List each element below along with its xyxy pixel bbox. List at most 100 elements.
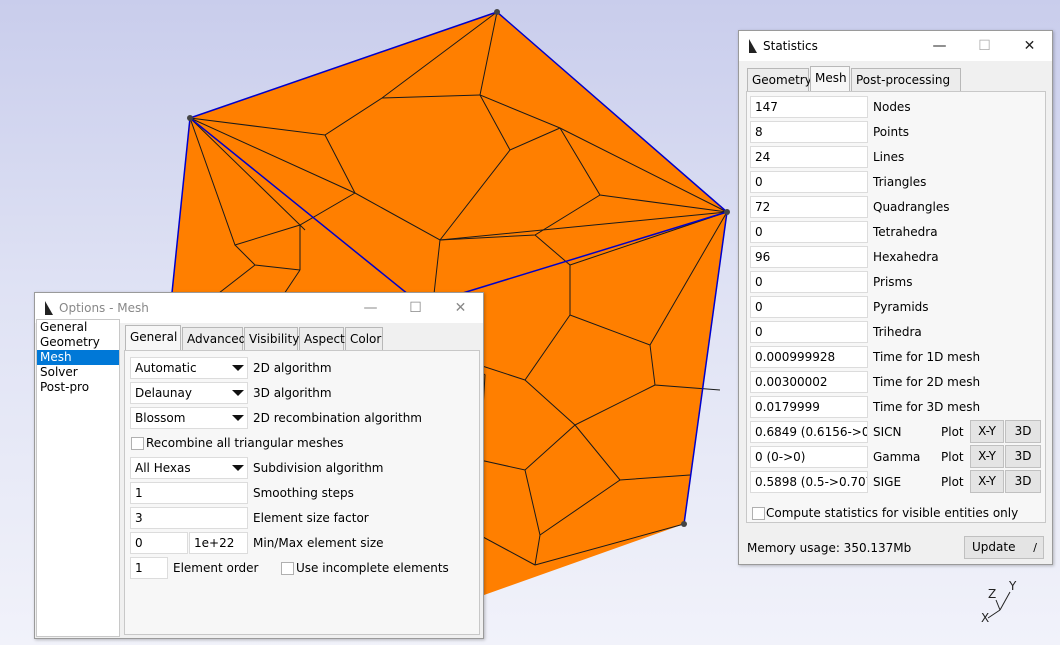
incomplete-label: Use incomplete elements <box>296 561 449 575</box>
plot-label: Plot <box>941 425 964 439</box>
axis-x-label: X <box>981 611 989 625</box>
stat-label: Triangles <box>873 175 927 189</box>
visible-only-checkbox[interactable] <box>752 507 765 520</box>
recombination-2d-label: 2D recombination algorithm <box>253 411 422 425</box>
tab-geometry[interactable]: Geometry <box>747 68 812 92</box>
order-input[interactable]: 1 <box>130 557 168 579</box>
chevron-down-icon <box>227 458 247 478</box>
stat-label: Time for 1D mesh <box>873 350 981 364</box>
close-icon[interactable]: ✕ <box>1007 31 1052 61</box>
plot-label: Plot <box>941 450 964 464</box>
stat-value[interactable]: 72 <box>750 196 868 218</box>
options-window[interactable]: Options - Mesh — ☐ ✕ General Geometry Me… <box>34 292 484 639</box>
stat-label: Trihedra <box>873 325 922 339</box>
algorithm-3d-label: 3D algorithm <box>253 386 332 400</box>
stat-value[interactable]: 0 <box>750 321 868 343</box>
options-tabs: General Advanced Visibility Aspect Color <box>125 325 485 352</box>
stat-label: Nodes <box>873 100 911 114</box>
statistics-tabs: Geometry Mesh Post-processing <box>747 66 1047 93</box>
update-button[interactable]: Update ∕ <box>964 536 1044 559</box>
category-item[interactable]: General <box>37 320 119 335</box>
gmsh-logo-icon <box>749 39 757 53</box>
plot-3d-button[interactable]: 3D <box>1005 445 1041 468</box>
chevron-down-icon <box>227 358 247 378</box>
tab-general[interactable]: General <box>125 325 181 352</box>
plot-3d-button[interactable]: 3D <box>1005 420 1041 443</box>
stat-label: Tetrahedra <box>873 225 938 239</box>
stat-label: Prisms <box>873 275 913 289</box>
statistics-panel: 147 Nodes 8 Points 24 Lines 0 Triangles … <box>746 91 1046 523</box>
subdivision-value: All Hexas <box>135 461 191 475</box>
algorithm-2d-select[interactable]: Automatic <box>130 357 248 379</box>
algorithm-2d-value: Automatic <box>135 361 197 375</box>
stat-value[interactable]: 0 <box>750 271 868 293</box>
stat-label: Time for 2D mesh <box>873 375 981 389</box>
stat-value[interactable]: 24 <box>750 146 868 168</box>
stat-label: Pyramids <box>873 300 929 314</box>
plot-xy-button[interactable]: X-Y <box>970 445 1004 468</box>
close-icon[interactable]: ✕ <box>438 293 483 323</box>
stat-label: Time for 3D mesh <box>873 400 981 414</box>
recombine-all-label: Recombine all triangular meshes <box>146 436 344 450</box>
tab-aspect[interactable]: Aspect <box>299 327 345 351</box>
stat-value[interactable]: 8 <box>750 121 868 143</box>
category-item-selected[interactable]: Mesh <box>37 350 119 365</box>
quality-value[interactable]: 0.5898 (0.5->0.7071) <box>750 471 868 493</box>
quality-value[interactable]: 0 (0->0) <box>750 446 868 468</box>
tab-visibility[interactable]: Visibility <box>244 327 299 351</box>
options-panel: Automatic 2D algorithm Delaunay 3D algor… <box>124 350 480 635</box>
maximize-icon[interactable]: ☐ <box>393 293 438 323</box>
stat-value[interactable]: 147 <box>750 96 868 118</box>
category-item[interactable]: Geometry <box>37 335 119 350</box>
update-label: Update <box>972 540 1016 554</box>
smoothing-label: Smoothing steps <box>253 486 354 500</box>
stat-value[interactable]: 0 <box>750 296 868 318</box>
incomplete-checkbox[interactable] <box>281 562 294 575</box>
algorithm-3d-select[interactable]: Delaunay <box>130 382 248 404</box>
minmax-label: Min/Max element size <box>253 536 384 550</box>
size-factor-label: Element size factor <box>253 511 369 525</box>
stat-label: Points <box>873 125 910 139</box>
plot-xy-button[interactable]: X-Y <box>970 470 1004 493</box>
tab-color[interactable]: Color <box>345 327 383 351</box>
statistics-window[interactable]: Statistics — ☐ ✕ Geometry Mesh Post-proc… <box>738 30 1053 565</box>
min-size-input[interactable]: 0 <box>130 532 188 554</box>
tab-post-processing[interactable]: Post-processing <box>851 68 961 92</box>
plot-xy-button[interactable]: X-Y <box>970 420 1004 443</box>
category-item[interactable]: Solver <box>37 365 119 380</box>
minimize-icon[interactable]: — <box>917 31 962 61</box>
category-item[interactable]: Post-pro <box>37 380 119 395</box>
quality-label: SICN <box>873 425 902 439</box>
minimize-icon[interactable]: — <box>348 293 393 323</box>
stat-value[interactable]: 96 <box>750 246 868 268</box>
max-size-input[interactable]: 1e+22 <box>189 532 248 554</box>
stat-value[interactable]: 0.00300002 <box>750 371 868 393</box>
tab-mesh[interactable]: Mesh <box>810 66 850 93</box>
stat-value[interactable]: 0 <box>750 171 868 193</box>
subdivision-select[interactable]: All Hexas <box>130 457 248 479</box>
memory-usage: Memory usage: 350.137Mb <box>747 541 912 555</box>
stat-label: Lines <box>873 150 905 164</box>
recombination-2d-value: Blossom <box>135 411 186 425</box>
smoothing-input[interactable]: 1 <box>130 482 248 504</box>
options-title: Options - Mesh <box>59 301 149 315</box>
plot-3d-button[interactable]: 3D <box>1005 470 1041 493</box>
stat-label: Hexahedra <box>873 250 939 264</box>
recombination-2d-select[interactable]: Blossom <box>130 407 248 429</box>
quality-label: Gamma <box>873 450 921 464</box>
algorithm-2d-label: 2D algorithm <box>253 361 332 375</box>
tab-advanced[interactable]: Advanced <box>182 327 246 351</box>
stat-label: Quadrangles <box>873 200 950 214</box>
category-list[interactable]: General Geometry Mesh Solver Post-pro <box>36 319 120 637</box>
stat-value[interactable]: 0.0179999 <box>750 396 868 418</box>
maximize-icon[interactable]: ☐ <box>962 31 1007 61</box>
quality-value[interactable]: 0.6849 (0.6156->0.81 <box>750 421 868 443</box>
quality-label: SIGE <box>873 475 902 489</box>
statistics-titlebar[interactable]: Statistics — ☐ ✕ <box>739 31 1052 61</box>
stat-value[interactable]: 0.000999928 <box>750 346 868 368</box>
statistics-title: Statistics <box>763 39 818 53</box>
recombine-all-checkbox[interactable] <box>131 437 144 450</box>
stat-value[interactable]: 0 <box>750 221 868 243</box>
plot-label: Plot <box>941 475 964 489</box>
size-factor-input[interactable]: 3 <box>130 507 248 529</box>
